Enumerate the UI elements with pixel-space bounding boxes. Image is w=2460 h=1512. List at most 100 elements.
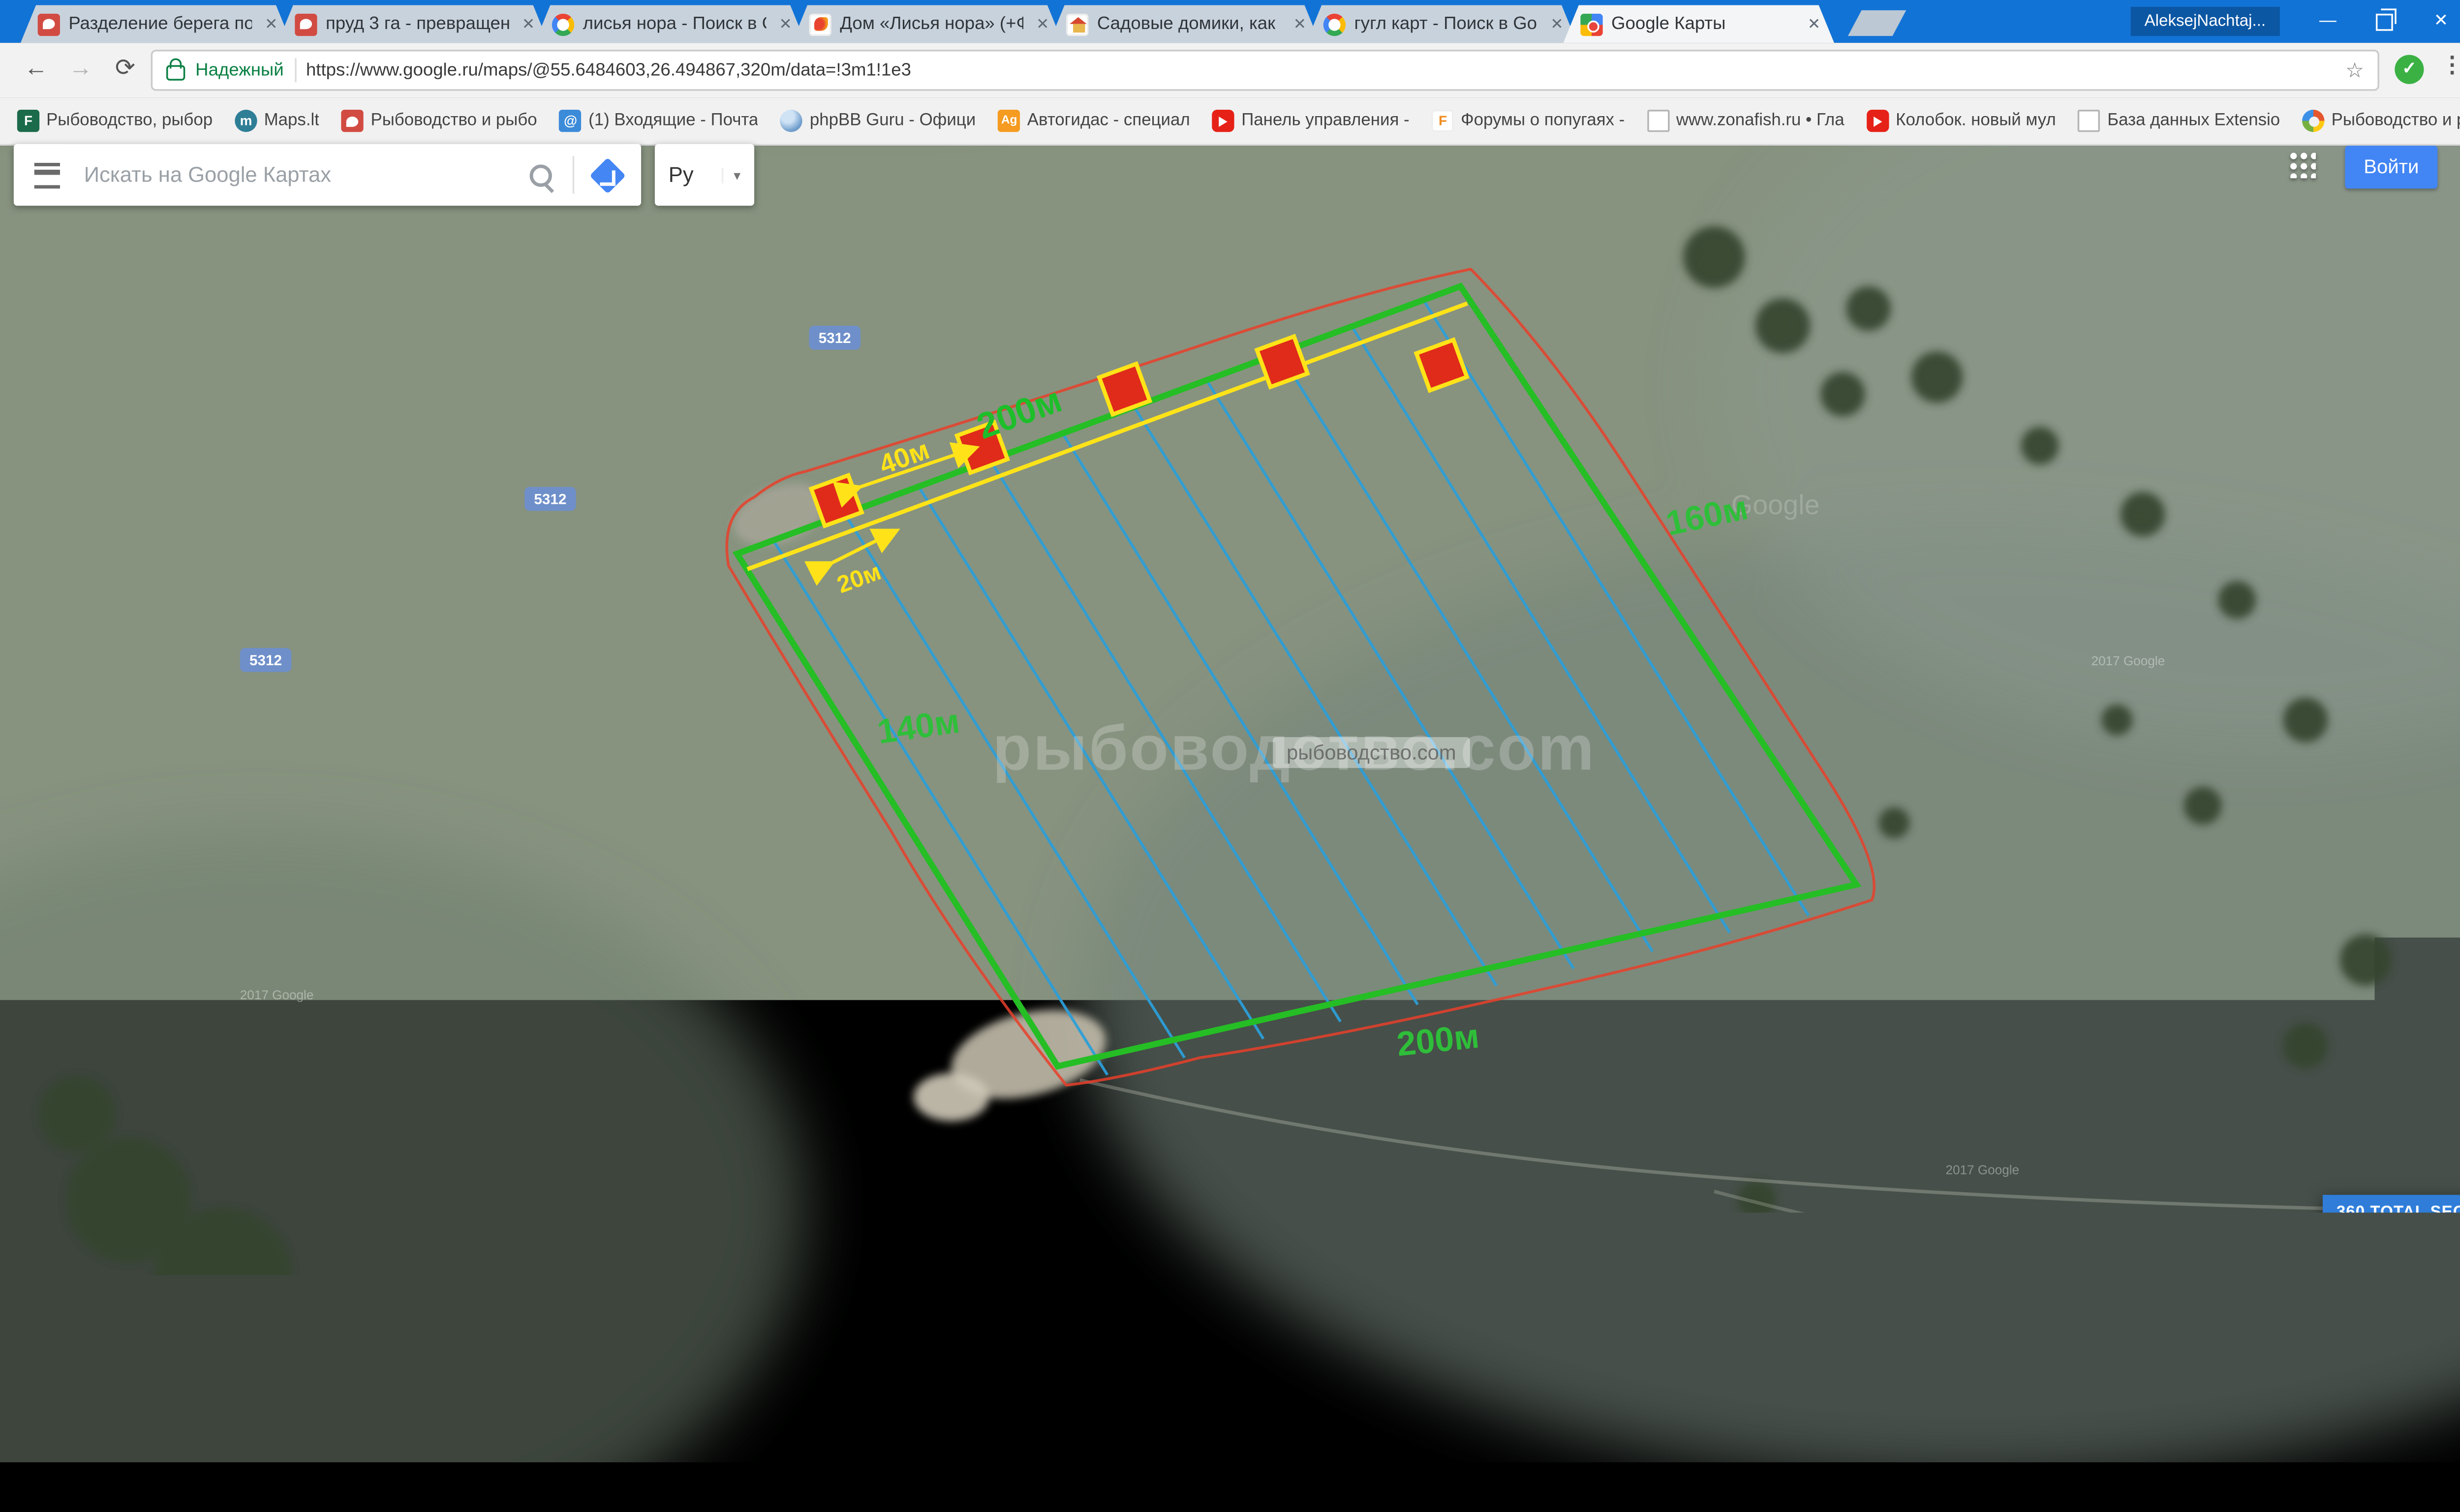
taskbar-firefox[interactable]: [740, 1462, 802, 1512]
extension-check-icon[interactable]: ✓: [2395, 55, 2424, 84]
security-footer: [2323, 1332, 2460, 1356]
tray-expand-icon[interactable]: ^: [2416, 1477, 2427, 1498]
network-icon[interactable]: [2443, 1477, 2460, 1498]
apps-grid-icon[interactable]: [2288, 151, 2316, 179]
map-attribution: Изображения © CNES / Astrium,DigitalGlob…: [1231, 1437, 2459, 1459]
tile-credit: 2017 Google: [2091, 653, 2165, 668]
tab-lisya-nora-search[interactable]: лисья нора - Поиск в G ✕: [535, 5, 805, 43]
close-icon[interactable]: ✕: [1290, 15, 1310, 33]
bookmark-item[interactable]: AgАвтогидас - специал: [998, 110, 1190, 132]
taskbar-thunderbird[interactable]: [617, 1462, 678, 1512]
expand-icon[interactable]: ^^: [2433, 1399, 2442, 1414]
address-bar[interactable]: Надежный https://www.google.ru/maps/@55.…: [151, 50, 2379, 91]
directions-icon[interactable]: [589, 156, 626, 193]
bookmark-item[interactable]: mMaps.lt: [235, 110, 319, 132]
close-icon[interactable]: ✕: [1033, 15, 1052, 33]
youtube-icon: [1212, 110, 1234, 132]
close-icon[interactable]: ✕: [261, 15, 281, 33]
bookmark-star-icon[interactable]: ☆: [2345, 58, 2364, 82]
taskbar-explorer[interactable]: [247, 1462, 308, 1512]
page-icon: [2078, 110, 2100, 132]
taskbar-paint[interactable]: [432, 1462, 493, 1512]
bookmark-item[interactable]: @(1) Входящие - Почта: [559, 110, 758, 132]
search-icon[interactable]: [530, 164, 552, 186]
taskbar-search-button[interactable]: [62, 1462, 123, 1512]
system-tray: ^ РУС 1:47 02.03.2017: [2416, 1468, 2460, 1506]
photo-thumb[interactable]: [2384, 1393, 2412, 1420]
feedback-link[interactable]: Оставить отзыв: [2155, 1440, 2250, 1455]
url-text[interactable]: https://www.google.ru/maps/@55.6484603,2…: [306, 60, 2335, 81]
security-body: ✓ (F :) 406M/29.4G: [2323, 1231, 2460, 1332]
task-view-button[interactable]: [123, 1462, 185, 1512]
bookmark-item[interactable]: FРыбоводство, рыбор: [17, 110, 213, 132]
satellite-imagery: 2017 Google 2017 Google 2017 Google 2017…: [0, 146, 2460, 1462]
profile-chip[interactable]: AleksejNachtaj...: [2131, 7, 2279, 36]
butterfly-icon: [809, 13, 831, 35]
photo-thumb[interactable]: [2347, 1393, 2374, 1420]
security-header[interactable]: 360 TOTAL SECURITY ≡ —: [2323, 1195, 2460, 1231]
minimize-button[interactable]: —: [2306, 7, 2350, 36]
bookmark-item[interactable]: phpBB Guru - Офици: [781, 110, 976, 132]
gmaps-icon: [1580, 13, 1602, 35]
signin-button[interactable]: Войти: [2345, 146, 2437, 188]
close-icon[interactable]: ✕: [1547, 15, 1567, 33]
start-button[interactable]: [0, 1462, 62, 1512]
tab-google-maps[interactable]: Google Карты ✕: [1563, 5, 1834, 43]
browser-menu-icon[interactable]: ⋮: [2441, 52, 2460, 79]
bookmarks-bar: FРыбоводство, рыбор mMaps.lt Рыбоводство…: [0, 98, 2460, 146]
road-badge: 5312: [1101, 164, 1152, 188]
forward-button[interactable]: →: [62, 53, 99, 81]
new-tab-button[interactable]: [1848, 10, 1906, 36]
reload-button[interactable]: ⟳: [106, 53, 144, 82]
language-value: Ру: [669, 163, 694, 187]
taskbar-chrome-active[interactable]: [493, 1462, 555, 1512]
bookmark-item[interactable]: Рыбоводство и рыбо: [341, 110, 537, 132]
bookmark-item[interactable]: www.zonafish.ru • Гла: [1647, 110, 1845, 132]
google-icon: [1323, 13, 1346, 35]
layer-switcher[interactable]: Карта: [14, 1457, 137, 1462]
streetview-bar[interactable]: ^^: [2259, 1384, 2455, 1430]
close-icon[interactable]: ✕: [775, 15, 795, 33]
bookmark-item[interactable]: Колобок. новый мул: [1867, 110, 2056, 132]
taskbar-skype[interactable]: S: [370, 1462, 432, 1512]
scale-bar: [2326, 1439, 2445, 1450]
map-canvas[interactable]: 2017 Google 2017 Google 2017 Google 2017…: [0, 146, 2460, 1462]
back-button[interactable]: ←: [17, 53, 55, 81]
search-icon: [82, 1477, 103, 1498]
security-widget: 360 TOTAL SECURITY ≡ — ✓ (F :) 406M/29.4…: [2323, 1195, 2460, 1354]
pegman-icon[interactable]: [2271, 1392, 2286, 1421]
tab-sadovye-domiki[interactable]: Садовые домики, как п ✕: [1049, 5, 1320, 43]
language-selector[interactable]: Ру ▾: [655, 144, 754, 206]
taskbar-store[interactable]: [308, 1462, 370, 1512]
taskbar-photos[interactable]: [679, 1462, 740, 1512]
tab-title: гугл карт - Поиск в Goo: [1354, 14, 1538, 34]
bookmark-item[interactable]: База данных Extensio: [2078, 110, 2280, 132]
road-badge: 5312: [240, 648, 292, 672]
taskbar-filezilla[interactable]: FZ: [555, 1462, 617, 1512]
close-window-button[interactable]: ✕: [2419, 7, 2460, 36]
tab-razdelenie[interactable]: Разделение берега по с ✕: [21, 5, 291, 43]
status-ok-icon: ✓: [2343, 1244, 2381, 1282]
drive-usage: 406M/29.4G: [2398, 1275, 2460, 1296]
close-icon[interactable]: ✕: [1804, 15, 1824, 33]
firefox-icon: [759, 1474, 784, 1500]
divider: [2297, 1390, 2299, 1423]
tab-gugl-kart[interactable]: гугл карт - Поиск в Goo ✕: [1306, 5, 1577, 43]
bookmark-item[interactable]: Рыбоводство и рыбо: [2302, 110, 2460, 132]
tab-prud[interactable]: пруд 3 га - превращени ✕: [277, 5, 548, 43]
taskbar-edge[interactable]: e: [185, 1462, 246, 1512]
menu-hamburger-icon[interactable]: [34, 162, 60, 187]
terms-link[interactable]: Условия использования: [1987, 1440, 2131, 1455]
search-input[interactable]: [81, 161, 509, 189]
close-icon[interactable]: ✕: [519, 15, 538, 33]
bookmark-label: phpBB Guru - Офици: [810, 111, 976, 130]
bookmark-label: Автогидас - специал: [1027, 111, 1190, 130]
forum-green-icon: F: [17, 110, 39, 132]
maps-search-card[interactable]: [14, 144, 641, 206]
bookmark-item[interactable]: FФорумы о попугаях -: [1432, 110, 1625, 132]
photo-thumb[interactable]: [2309, 1393, 2337, 1420]
tab-dom-lisya-nora[interactable]: Дом «Лисья нора» (+Ф ✕: [792, 5, 1063, 43]
restore-button[interactable]: [2362, 7, 2407, 36]
bookmark-item[interactable]: Панель управления -: [1212, 110, 1410, 132]
screen: Разделение берега по с ✕ пруд 3 га - пре…: [0, 0, 2460, 1512]
